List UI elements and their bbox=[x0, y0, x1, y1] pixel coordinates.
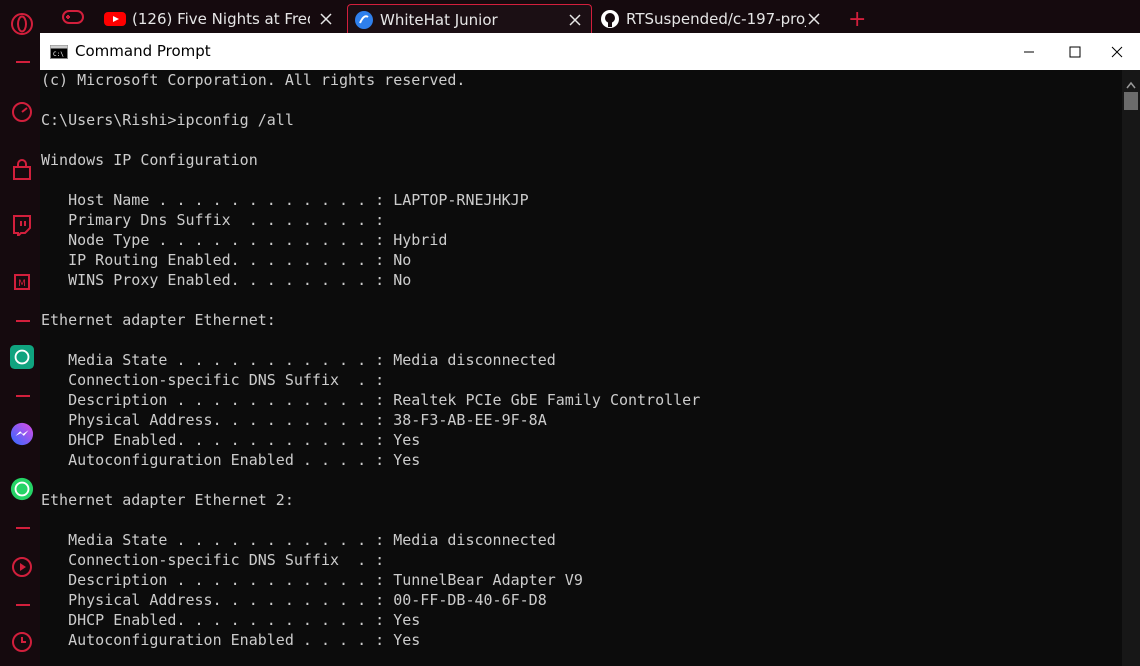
gx-control-icon[interactable]: M bbox=[10, 270, 34, 294]
close-button[interactable] bbox=[1094, 33, 1140, 70]
console-line: Physical Address. . . . . . . . . : 00-F… bbox=[41, 591, 547, 609]
vertical-scrollbar[interactable] bbox=[1122, 70, 1140, 666]
console-line: Autoconfiguration Enabled . . . . : Yes bbox=[41, 631, 421, 649]
command-prompt-window: C:\ Command Prompt (c) Microsoft Corpora… bbox=[40, 33, 1140, 666]
close-icon[interactable] bbox=[804, 9, 824, 29]
close-icon bbox=[1111, 46, 1123, 57]
github-icon bbox=[600, 9, 620, 29]
whitehat-tab[interactable]: WhiteHat Junior bbox=[347, 4, 592, 35]
new-tab-button[interactable]: + bbox=[848, 4, 868, 34]
console-line: IP Routing Enabled. . . . . . . . : No bbox=[41, 251, 412, 269]
console-line: Autoconfiguration Enabled . . . . : Yes bbox=[41, 451, 421, 469]
console-line: Host Name . . . . . . . . . . . . : LAPT… bbox=[41, 191, 529, 209]
sidebar-divider bbox=[16, 604, 30, 606]
svg-text:C:\: C:\ bbox=[53, 51, 64, 58]
close-icon[interactable] bbox=[565, 10, 585, 30]
window-titlebar[interactable]: C:\ Command Prompt bbox=[40, 33, 1140, 70]
console-line: Description . . . . . . . . . . . : Real… bbox=[41, 391, 701, 409]
close-icon[interactable] bbox=[316, 9, 336, 29]
browser-sidebar: M bbox=[0, 0, 40, 666]
youtube-icon bbox=[104, 11, 126, 27]
whitehat-icon bbox=[354, 10, 374, 30]
console-line: Physical Address. . . . . . . . . : 38-F… bbox=[41, 411, 547, 429]
history-icon[interactable] bbox=[10, 630, 34, 654]
whatsapp-icon[interactable] bbox=[10, 477, 34, 501]
twitch-icon[interactable] bbox=[10, 213, 34, 237]
window-title: Command Prompt bbox=[75, 42, 211, 60]
console-line: DHCP Enabled. . . . . . . . . . . : Yes bbox=[41, 611, 421, 629]
console-line: (c) Microsoft Corporation. All rights re… bbox=[41, 71, 466, 89]
messenger-icon[interactable] bbox=[10, 422, 34, 446]
console-line: Windows IP Configuration bbox=[41, 151, 258, 169]
console-line: Connection-specific DNS Suffix . : bbox=[41, 371, 385, 389]
github-tab[interactable]: RTSuspended/c-197-project bbox=[600, 4, 830, 34]
sidebar-divider bbox=[16, 527, 30, 529]
tab-label: RTSuspended/c-197-project bbox=[626, 10, 806, 28]
console-line: Ethernet adapter Ethernet: bbox=[41, 311, 276, 329]
console-line: WINS Proxy Enabled. . . . . . . . : No bbox=[41, 271, 412, 289]
console-line: Primary Dns Suffix . . . . . . . : bbox=[41, 211, 385, 229]
opera-logo-icon[interactable] bbox=[10, 12, 34, 36]
gamepad-icon bbox=[62, 9, 84, 29]
console-line: C:\Users\Rishi>ipconfig /all bbox=[41, 111, 294, 129]
console-line: Description . . . . . . . . . . . : Tunn… bbox=[41, 571, 583, 589]
minimize-button[interactable] bbox=[1006, 33, 1052, 70]
console-line: Ethernet adapter Ethernet 2: bbox=[41, 491, 294, 509]
youtube-tab[interactable]: (126) Five Nights at Freddy's bbox=[104, 4, 342, 34]
maximize-button[interactable] bbox=[1052, 33, 1098, 70]
console-line: Node Type . . . . . . . . . . . . : Hybr… bbox=[41, 231, 448, 249]
chatgpt-icon[interactable] bbox=[10, 345, 34, 369]
sidebar-divider bbox=[16, 61, 30, 63]
maximize-icon bbox=[1069, 46, 1081, 57]
console-line: Connection-specific DNS Suffix . : bbox=[41, 551, 385, 569]
sidebar-divider bbox=[16, 320, 30, 322]
sidebar-divider bbox=[16, 395, 30, 397]
player-icon[interactable] bbox=[10, 555, 34, 579]
cmd-icon: C:\ bbox=[50, 44, 68, 63]
console-output[interactable]: (c) Microsoft Corporation. All rights re… bbox=[40, 70, 1123, 666]
tab-label: (126) Five Nights at Freddy's bbox=[132, 10, 310, 28]
scroll-thumb[interactable] bbox=[1124, 92, 1138, 110]
shopping-bag-icon[interactable] bbox=[10, 158, 34, 182]
speed-dial-icon[interactable] bbox=[10, 100, 34, 124]
console-line: Media State . . . . . . . . . . . : Medi… bbox=[41, 351, 556, 369]
game-controller-tab[interactable] bbox=[62, 4, 92, 34]
tab-label: WhiteHat Junior bbox=[380, 11, 498, 29]
console-line: Media State . . . . . . . . . . . : Medi… bbox=[41, 531, 556, 549]
console-line: DHCP Enabled. . . . . . . . . . . : Yes bbox=[41, 431, 421, 449]
svg-text:M: M bbox=[18, 279, 26, 289]
scroll-up-icon[interactable] bbox=[1126, 74, 1136, 93]
minimize-icon bbox=[1024, 51, 1034, 52]
